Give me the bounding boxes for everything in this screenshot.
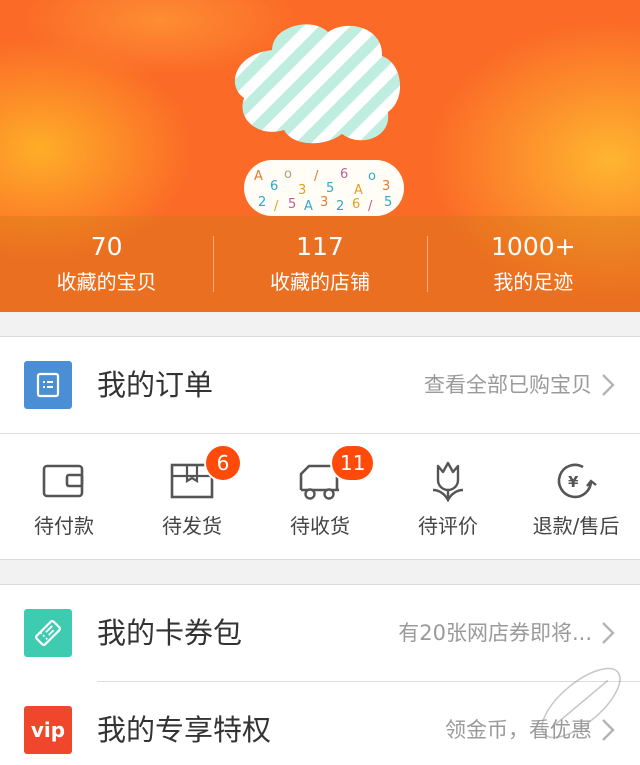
- status-pending-payment[interactable]: 待付款: [0, 434, 128, 561]
- status-label: 待收货: [290, 514, 350, 538]
- svg-text:6: 6: [352, 197, 360, 212]
- receipt-count-badge: 11: [330, 444, 376, 482]
- vip-title: 我的专享特权: [97, 713, 272, 747]
- svg-text:A: A: [354, 183, 363, 198]
- vip-icon-text: vip: [30, 718, 66, 742]
- coupons-title: 我的卡券包: [97, 616, 243, 650]
- status-label: 退款/售后: [532, 514, 620, 538]
- svg-text:3: 3: [382, 179, 390, 194]
- svg-text:6: 6: [270, 179, 278, 194]
- svg-text:o: o: [368, 169, 376, 184]
- status-label: 待发货: [162, 514, 222, 538]
- stat-value: 1000+: [491, 232, 576, 261]
- view-all-orders-link[interactable]: 查看全部已购宝贝: [424, 370, 592, 400]
- vip-detail: 领金币，看优惠: [445, 718, 592, 742]
- svg-text:2: 2: [258, 195, 266, 210]
- status-pending-receipt[interactable]: 11 待收货: [256, 434, 384, 561]
- svg-text:5: 5: [384, 195, 392, 210]
- svg-text:A: A: [254, 169, 263, 184]
- extras-section: 我的卡券包 有20张网店券即将... vip 我的专享特权 领金币，看优惠: [0, 584, 640, 765]
- status-pending-review[interactable]: 待评价: [384, 434, 512, 561]
- svg-text:A: A: [304, 199, 313, 214]
- orders-icon: [24, 361, 72, 409]
- my-orders-row[interactable]: 我的订单 查看全部已购宝贝: [0, 337, 640, 433]
- order-status-bar: 待付款 6 待发货 11 待收货 待评价 ¥ 退款/售后: [0, 433, 640, 561]
- svg-text:¥: ¥: [568, 473, 579, 491]
- stat-value: 70: [90, 232, 123, 261]
- status-refund-aftersale[interactable]: ¥ 退款/售后: [512, 434, 640, 561]
- svg-text:/: /: [368, 199, 373, 214]
- svg-text:o: o: [284, 167, 292, 182]
- my-coupons-row[interactable]: 我的卡券包 有20张网店券即将...: [0, 585, 640, 681]
- status-label: 待评价: [418, 514, 478, 538]
- vip-icon: vip: [24, 706, 72, 754]
- wallet-icon: [42, 464, 84, 498]
- coupons-detail: 有20张网店券即将...: [398, 621, 592, 645]
- orders-section: 我的订单 查看全部已购宝贝 待付款 6 待发货 11 待收货 待评价 ¥ 退款/…: [0, 336, 640, 560]
- stat-favorite-items[interactable]: 70 收藏的宝贝: [0, 216, 213, 312]
- svg-text:2: 2: [336, 199, 344, 214]
- svg-text:3: 3: [320, 195, 328, 210]
- svg-text:/: /: [274, 199, 279, 214]
- refund-icon: ¥: [557, 463, 597, 499]
- svg-text:/: /: [314, 169, 319, 184]
- profile-header: A 6 o 3 / 5 6 A o 3 2 / 5 A 3 2 6 / 5 70…: [0, 0, 640, 312]
- stats-bar: 70 收藏的宝贝 117 收藏的店铺 1000+ 我的足迹: [0, 216, 640, 312]
- nickname-pill[interactable]: A 6 o 3 / 5 6 A o 3 2 / 5 A 3 2 6 / 5: [244, 160, 404, 216]
- stat-label: 收藏的宝贝: [56, 270, 157, 294]
- svg-text:3: 3: [298, 183, 306, 198]
- status-pending-shipment[interactable]: 6 待发货: [128, 434, 256, 561]
- stat-label: 收藏的店铺: [269, 270, 370, 294]
- chevron-right-icon: [602, 719, 615, 741]
- orders-title: 我的订单: [97, 368, 214, 402]
- status-label: 待付款: [34, 514, 94, 538]
- stat-value: 117: [296, 232, 344, 261]
- stat-footprints[interactable]: 1000+ 我的足迹: [426, 216, 640, 312]
- chevron-right-icon: [602, 374, 615, 396]
- stat-label: 我的足迹: [493, 270, 574, 294]
- avatar[interactable]: [232, 20, 404, 146]
- nickname-pattern: A 6 o 3 / 5 6 A o 3 2 / 5 A 3 2 6 / 5: [254, 167, 392, 214]
- stat-favorite-shops[interactable]: 117 收藏的店铺: [213, 216, 426, 312]
- svg-text:5: 5: [326, 181, 334, 196]
- tulip-icon: [432, 461, 464, 502]
- chevron-right-icon: [602, 622, 615, 644]
- svg-text:5: 5: [288, 197, 296, 212]
- svg-text:6: 6: [340, 167, 348, 182]
- vip-privileges-row[interactable]: vip 我的专享特权 领金币，看优惠: [0, 682, 640, 765]
- ticket-icon: [24, 609, 72, 657]
- shipment-count-badge: 6: [204, 444, 242, 482]
